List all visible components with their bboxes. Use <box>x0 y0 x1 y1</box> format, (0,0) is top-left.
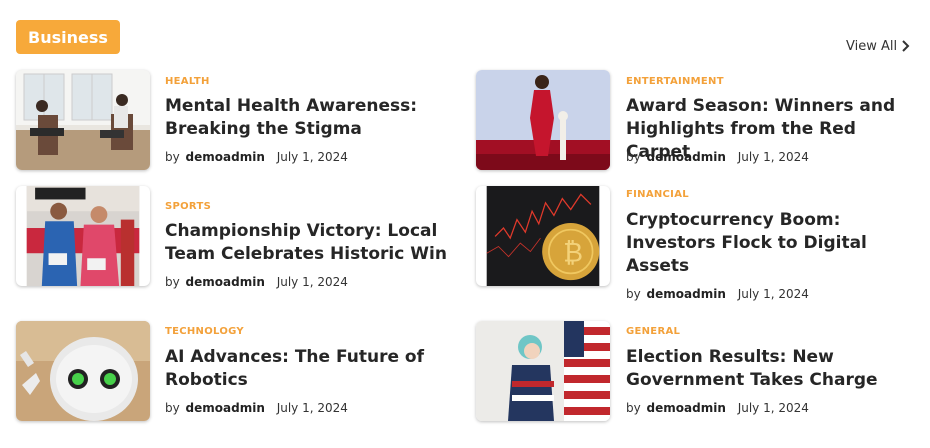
article-category[interactable]: ENTERTAINMENT <box>626 76 724 87</box>
article-category[interactable]: GENERAL <box>626 326 680 337</box>
article-title[interactable]: AI Advances: The Future of Robotics <box>165 346 455 392</box>
article-meta: by demoadmin July 1, 2024 <box>165 401 348 415</box>
author-link[interactable]: demoadmin <box>186 275 265 289</box>
article-category[interactable]: TECHNOLOGY <box>165 326 244 337</box>
by-label: by <box>165 401 180 415</box>
article-meta: by demoadmin July 1, 2024 <box>165 150 348 164</box>
article-category[interactable]: SPORTS <box>165 201 211 212</box>
view-all-label: View All <box>846 38 898 54</box>
author-link[interactable]: demoadmin <box>186 401 265 415</box>
by-label: by <box>165 275 180 289</box>
publish-date: July 1, 2024 <box>737 150 809 164</box>
article-image-runners[interactable] <box>16 186 150 286</box>
by-label: by <box>165 150 180 164</box>
publish-date: July 1, 2024 <box>737 401 809 415</box>
article-image-flag[interactable] <box>476 321 610 421</box>
article-meta: by demoadmin July 1, 2024 <box>626 150 809 164</box>
author-link[interactable]: demoadmin <box>647 287 726 301</box>
publish-date: July 1, 2024 <box>737 287 809 301</box>
publish-date: July 1, 2024 <box>276 150 348 164</box>
article-image-bitcoin[interactable]: ₿ <box>476 186 610 286</box>
svg-text:₿: ₿ <box>563 238 583 269</box>
article-category[interactable]: HEALTH <box>165 76 210 87</box>
publish-date: July 1, 2024 <box>276 401 348 415</box>
by-label: by <box>626 287 641 301</box>
publish-date: July 1, 2024 <box>276 275 348 289</box>
by-label: by <box>626 150 641 164</box>
author-link[interactable]: demoadmin <box>647 150 726 164</box>
article-meta: by demoadmin July 1, 2024 <box>165 275 348 289</box>
article-meta: by demoadmin July 1, 2024 <box>626 401 809 415</box>
view-all-link[interactable]: View All <box>846 36 911 56</box>
article-image-therapy[interactable] <box>16 70 150 170</box>
article-meta: by demoadmin July 1, 2024 <box>626 287 809 301</box>
article-title[interactable]: Election Results: New Government Takes C… <box>626 346 916 392</box>
article-category[interactable]: FINANCIAL <box>626 189 689 200</box>
author-link[interactable]: demoadmin <box>647 401 726 415</box>
chevron-right-icon <box>902 40 910 52</box>
by-label: by <box>626 401 641 415</box>
author-link[interactable]: demoadmin <box>186 150 265 164</box>
section-badge: Business <box>16 20 120 54</box>
article-title[interactable]: Cryptocurrency Boom: Investors Flock to … <box>626 209 916 278</box>
article-title[interactable]: Mental Health Awareness: Breaking the St… <box>165 95 455 141</box>
article-image-red-carpet[interactable] <box>476 70 610 170</box>
article-title[interactable]: Championship Victory: Local Team Celebra… <box>165 220 455 266</box>
article-image-robot[interactable] <box>16 321 150 421</box>
